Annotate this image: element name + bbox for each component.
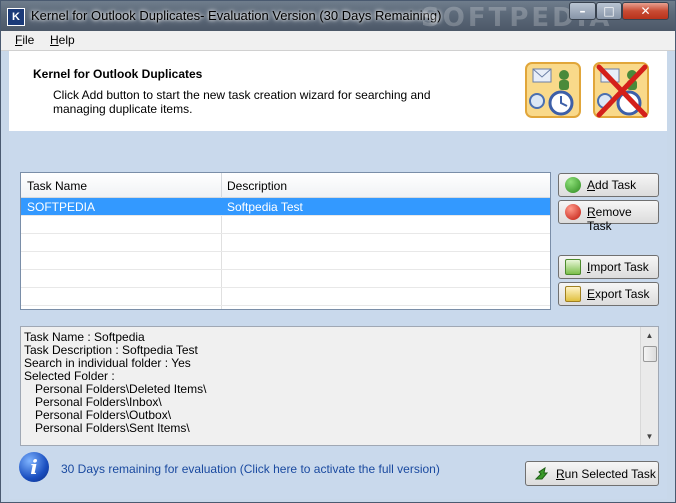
detail-line: Search in individual folder : Yes — [24, 356, 191, 370]
task-name-cell: SOFTPEDIA — [27, 200, 96, 214]
minimize-button[interactable]: – — [569, 2, 596, 20]
remove-duplicates-icon — [593, 62, 649, 118]
remove-task-label: Remove Task — [587, 205, 658, 233]
detail-line: Task Name : Softpedia — [24, 330, 145, 344]
close-icon: ✕ — [640, 4, 651, 18]
run-mnemonic: R — [556, 467, 565, 481]
add-task-mnemonic: A — [587, 178, 596, 192]
column-header-task-name[interactable]: Task Name — [27, 179, 87, 193]
export-task-text: xport Task — [595, 287, 650, 301]
menu-bar: File Help — [1, 31, 675, 51]
search-duplicates-icon — [525, 62, 581, 118]
import-task-label: Import Task — [587, 260, 649, 274]
scroll-down-icon[interactable]: ▼ — [641, 428, 658, 445]
empty-row — [21, 288, 550, 306]
remove-task-button[interactable]: Remove Task — [558, 200, 659, 233]
activate-link[interactable]: 30 Days remaining for evaluation (Click … — [61, 462, 440, 476]
export-task-label: Export Task — [587, 287, 649, 301]
menu-file-label: ile — [22, 33, 35, 47]
detail-line: Task Description : Softpedia Test — [24, 343, 198, 357]
empty-row — [21, 216, 550, 234]
add-task-label: Add Task — [587, 178, 636, 192]
empty-row — [21, 252, 550, 270]
run-icon — [534, 466, 549, 480]
import-icon — [565, 259, 581, 275]
task-grid[interactable]: Task Name Description SOFTPEDIA Softpedi… — [20, 172, 551, 310]
app-window: K Kernel for Outlook Duplicates- Evaluat… — [0, 0, 676, 503]
detail-line: Selected Folder : — [24, 369, 115, 383]
empty-row — [21, 234, 550, 252]
folder-line: Personal Folders\Sent Items\ — [35, 421, 190, 435]
run-selected-task-label: Run Selected Task — [556, 467, 656, 481]
app-icon[interactable]: K — [7, 8, 25, 26]
table-row[interactable]: SOFTPEDIA Softpedia Test — [21, 198, 550, 216]
remove-icon — [565, 204, 581, 220]
export-icon — [565, 286, 581, 302]
header-title: Kernel for Outlook Duplicates — [33, 67, 203, 81]
menu-help[interactable]: Help — [50, 33, 75, 47]
details-scrollbar[interactable]: ▲ ▼ — [640, 327, 658, 445]
header-banner: Kernel for Outlook Duplicates Click Add … — [9, 51, 667, 131]
folder-line: Personal Folders\Deleted Items\ — [35, 382, 207, 396]
title-bar[interactable]: K Kernel for Outlook Duplicates- Evaluat… — [1, 1, 675, 33]
scroll-up-icon[interactable]: ▲ — [641, 327, 658, 344]
menu-help-label: elp — [58, 33, 75, 47]
minimize-icon: – — [579, 4, 586, 18]
run-selected-task-button[interactable]: Run Selected Task — [525, 461, 659, 486]
remove-task-mnemonic: R — [587, 205, 596, 219]
column-divider[interactable] — [221, 173, 222, 197]
menu-file[interactable]: File — [15, 33, 34, 47]
add-icon — [565, 177, 581, 193]
window-title: Kernel for Outlook Duplicates- Evaluatio… — [31, 8, 442, 23]
header-description: Click Add button to start the new task c… — [53, 88, 431, 116]
info-icon: i — [19, 452, 49, 482]
folder-line: Personal Folders\Inbox\ — [35, 395, 162, 409]
menu-help-mnemonic: H — [50, 33, 59, 47]
add-task-text: dd Task — [595, 178, 637, 192]
import-task-button[interactable]: Import Task — [558, 255, 659, 279]
export-task-mnemonic: E — [587, 287, 596, 301]
close-button[interactable]: ✕ — [622, 2, 669, 20]
scroll-thumb[interactable] — [643, 346, 657, 362]
empty-row — [21, 270, 550, 288]
task-description-cell: Softpedia Test — [227, 200, 303, 214]
task-details-panel[interactable]: Task Name : Softpedia Task Description :… — [20, 326, 659, 446]
folder-line: Personal Folders\Outbox\ — [35, 408, 172, 422]
maximize-icon: □ — [603, 4, 615, 18]
grid-header: Task Name Description — [21, 173, 550, 198]
export-task-button[interactable]: Export Task — [558, 282, 659, 306]
maximize-button[interactable]: □ — [596, 2, 622, 20]
column-header-description[interactable]: Description — [227, 179, 287, 193]
add-task-button[interactable]: Add Task — [558, 173, 659, 197]
import-task-text: mport Task — [590, 260, 649, 274]
run-text: un Selected Task — [564, 467, 656, 481]
